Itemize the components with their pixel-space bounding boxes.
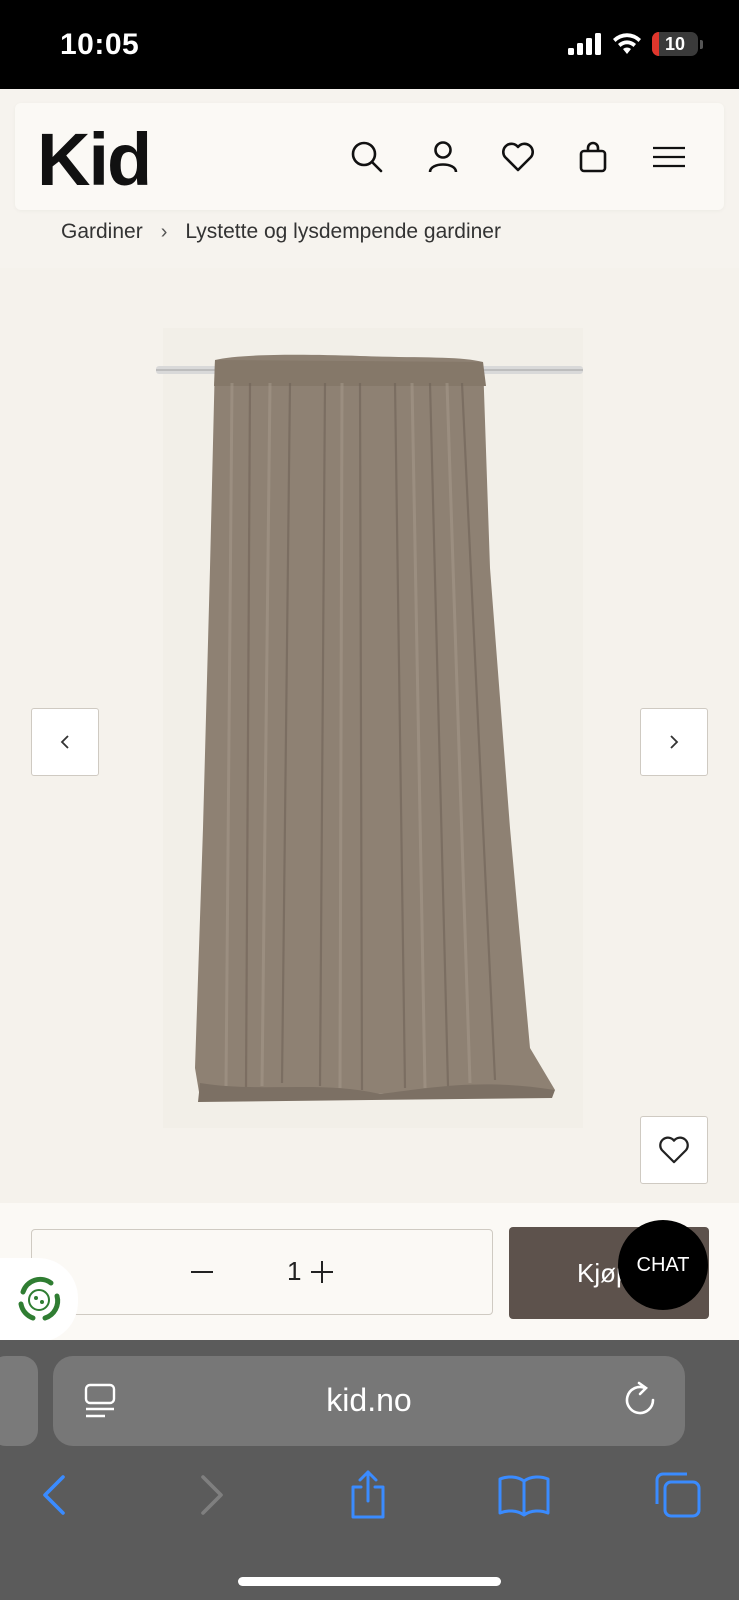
breadcrumb-item-gardiner[interactable]: Gardiner xyxy=(61,220,143,244)
wifi-icon xyxy=(613,33,641,54)
battery-icon: 10 xyxy=(652,32,698,56)
battery-cap xyxy=(700,39,703,49)
back-button[interactable] xyxy=(27,1468,81,1522)
eco-badge[interactable] xyxy=(0,1258,78,1342)
reload-icon[interactable] xyxy=(623,1380,659,1425)
forward-icon xyxy=(201,1475,223,1515)
signal-icon xyxy=(568,33,601,55)
decrease-quantity-button[interactable] xyxy=(184,1254,220,1290)
chat-label: CHAT xyxy=(636,1253,690,1276)
back-icon xyxy=(43,1475,65,1515)
recycle-eco-icon xyxy=(18,1276,61,1321)
breadcrumb-separator: › xyxy=(160,220,168,243)
breadcrumb: Gardiner › Lystette og lysdempende gardi… xyxy=(61,220,501,244)
share-button[interactable] xyxy=(341,1468,395,1522)
next-image-button[interactable] xyxy=(640,708,708,776)
quantity-value[interactable]: 1 xyxy=(287,1256,301,1287)
url-text: kid.no xyxy=(326,1382,412,1418)
account-icon[interactable] xyxy=(423,137,463,177)
status-icons: 10 xyxy=(568,32,703,56)
browser-toolbar: kid.no xyxy=(0,1340,739,1600)
bag-icon[interactable] xyxy=(573,137,613,177)
address-bar[interactable]: kid.no xyxy=(53,1356,685,1446)
search-icon[interactable] xyxy=(347,137,387,177)
status-time: 10:05 xyxy=(60,28,140,61)
heart-icon xyxy=(659,1136,689,1164)
tabs-button[interactable] xyxy=(651,1468,705,1522)
bookmarks-icon xyxy=(498,1475,550,1517)
prev-image-button[interactable] xyxy=(31,708,99,776)
product-image-area xyxy=(0,268,739,1203)
chat-button[interactable]: CHAT xyxy=(618,1220,708,1310)
add-to-wishlist-button[interactable] xyxy=(640,1116,708,1184)
tabs-icon xyxy=(655,1472,701,1518)
chevron-left-icon xyxy=(60,735,69,749)
minus-icon xyxy=(191,1271,213,1273)
heart-icon[interactable] xyxy=(498,137,538,177)
bookmarks-button[interactable] xyxy=(497,1468,551,1522)
increase-quantity-button[interactable] xyxy=(304,1254,340,1290)
status-bar: 10:05 10 xyxy=(0,0,739,89)
share-icon xyxy=(351,1470,385,1519)
plus-icon xyxy=(311,1261,333,1283)
menu-icon[interactable] xyxy=(649,137,689,177)
curtain-product-image xyxy=(156,328,583,1128)
home-indicator[interactable] xyxy=(238,1577,501,1586)
battery-level: 10 xyxy=(664,33,686,54)
kid-logo[interactable]: Kid xyxy=(37,117,152,202)
chevron-right-icon xyxy=(670,735,679,749)
quantity-stepper: 1 xyxy=(31,1229,493,1315)
forward-button xyxy=(185,1468,239,1522)
previous-tab-preview[interactable] xyxy=(0,1356,38,1446)
breadcrumb-item-lystette[interactable]: Lystette og lysdempende gardiner xyxy=(185,220,501,244)
site-header: Kid xyxy=(15,103,724,210)
